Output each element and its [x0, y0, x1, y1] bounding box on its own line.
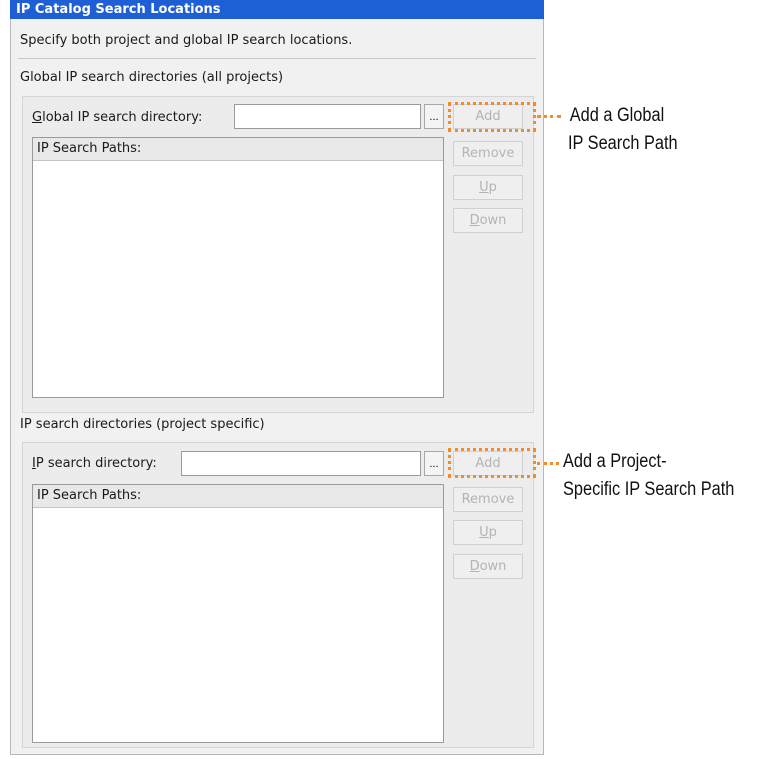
project-list-header: IP Search Paths:	[33, 485, 443, 508]
global-callout-line2: IP Search Path	[568, 133, 678, 154]
global-add-callout-label: Add a Global IP Search Path	[568, 103, 678, 157]
global-callout-connector	[537, 115, 561, 118]
global-directory-label-text: lobal IP search directory:	[42, 110, 203, 125]
project-callout-connector	[537, 462, 559, 465]
global-directory-mnemonic: G	[32, 110, 43, 125]
global-up-button[interactable]: Up	[453, 175, 523, 200]
divider	[18, 58, 536, 59]
dialog-description: Specify both project and global IP searc…	[20, 33, 353, 48]
project-section-heading: IP search directories (project specific)	[20, 417, 265, 432]
project-add-callout-label: Add a Project- Specific IP Search Path	[563, 449, 734, 503]
project-directory-input[interactable]	[181, 451, 421, 476]
project-up-button[interactable]: Up	[453, 520, 523, 545]
project-callout-line1: Add a Project-	[563, 451, 667, 472]
project-down-button[interactable]: Down	[453, 554, 523, 579]
global-directory-label: Global IP search directory:	[32, 110, 202, 125]
global-remove-button[interactable]: Remove	[453, 141, 523, 166]
global-section-heading: Global IP search directories (all projec…	[20, 70, 284, 85]
global-callout-line1: Add a Global	[569, 105, 665, 126]
project-add-callout-highlight	[448, 448, 536, 478]
dialog-title: IP Catalog Search Locations	[10, 0, 544, 19]
project-search-paths-list[interactable]: IP Search Paths:	[32, 484, 444, 743]
global-down-button[interactable]: Down	[453, 208, 523, 233]
project-browse-button[interactable]: ...	[424, 451, 444, 476]
project-callout-line2: Specific IP Search Path	[563, 479, 735, 500]
global-add-callout-highlight	[448, 102, 536, 132]
global-directory-input[interactable]	[234, 104, 421, 129]
global-search-paths-list[interactable]: IP Search Paths:	[32, 137, 444, 398]
global-browse-button[interactable]: ...	[424, 104, 444, 129]
global-list-header: IP Search Paths:	[33, 138, 443, 161]
project-directory-label: IP search directory:	[32, 456, 157, 471]
project-remove-button[interactable]: Remove	[453, 487, 523, 512]
project-directory-label-text: P search directory:	[35, 456, 157, 471]
